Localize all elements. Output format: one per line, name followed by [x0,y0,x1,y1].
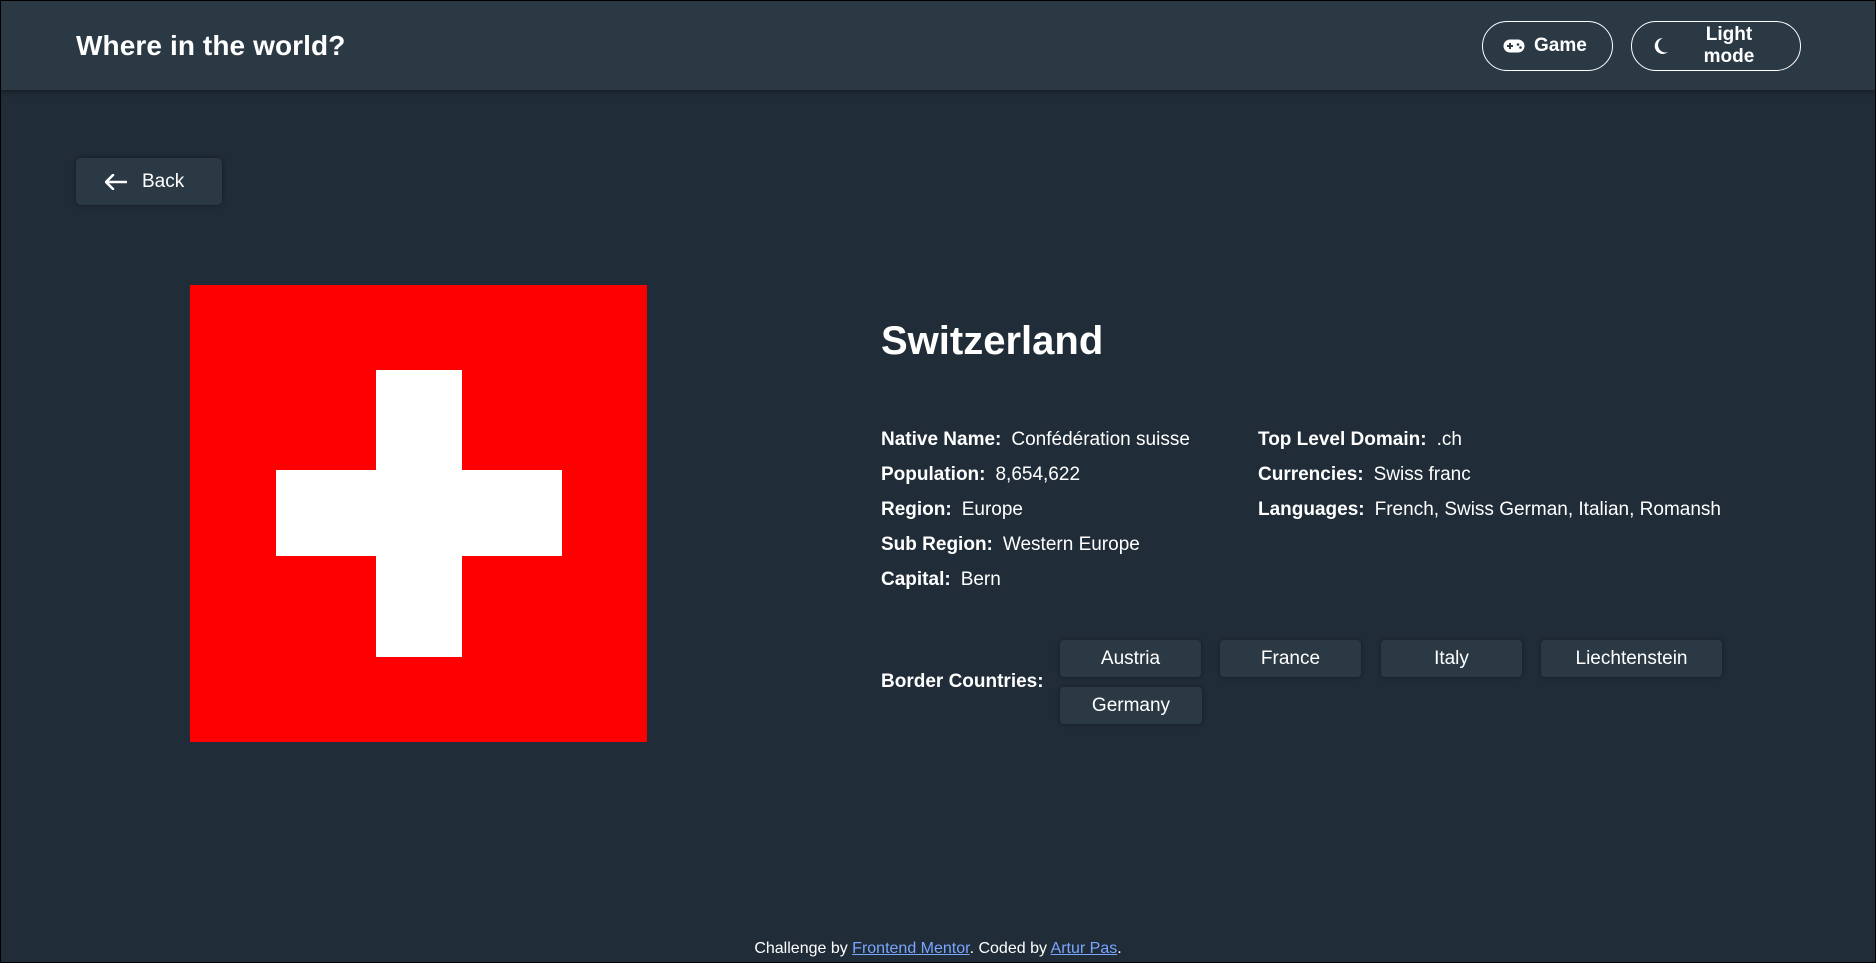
app-window: Where in the world? Game Light mode Back… [0,0,1876,963]
border-countries-label: Border Countries: [881,671,1044,692]
detail-native-name: Native Name: Confédération suisse [881,429,1190,450]
country-name: Switzerland [881,319,1104,363]
light-mode-label: Light mode [1703,23,1755,67]
author-link[interactable]: Artur Pas [1051,940,1118,957]
back-button[interactable]: Back [76,158,222,205]
detail-top-level-domain: Top Level Domain: .ch [1258,429,1462,450]
footer-attribution: Challenge by Frontend Mentor. Coded by A… [754,940,1122,957]
light-mode-toggle[interactable]: Light mode [1631,20,1801,71]
country-flag [190,285,647,742]
moon-icon [1653,37,1669,55]
detail-capital: Capital: Bern [881,569,1001,590]
frontend-mentor-link[interactable]: Frontend Mentor [852,940,969,957]
detail-languages: Languages: French, Swiss German, Italian,… [1258,499,1721,520]
arrow-left-icon [105,173,127,190]
detail-currencies: Currencies: Swiss franc [1258,464,1471,485]
header-actions: Game Light mode [1482,20,1801,71]
details-right: Top Level Domain: .ch Currencies: Swiss fr… [1258,422,1721,527]
detail-population: Population: 8,654,622 [881,464,1081,485]
border-chip-france[interactable]: France [1220,640,1361,677]
border-chip-austria[interactable]: Austria [1060,640,1201,677]
gamepad-icon [1503,39,1525,53]
back-button-label: Back [142,170,185,192]
detail-region: Region: Europe [881,499,1023,520]
detail-sub-region: Sub Region: Western Europe [881,534,1140,555]
border-chip-italy[interactable]: Italy [1381,640,1522,677]
top-header: Where in the world? Game Light mode [1,1,1875,90]
details-left: Native Name: Confédération suisse Populat… [881,422,1190,597]
game-button[interactable]: Game [1482,20,1613,71]
flag-cross-horizontal [276,470,562,556]
game-button-label: Game [1534,34,1587,56]
border-chip-liechtenstein[interactable]: Liechtenstein [1541,640,1722,677]
app-title: Where in the world? [76,29,346,61]
border-chip-germany[interactable]: Germany [1060,687,1202,724]
